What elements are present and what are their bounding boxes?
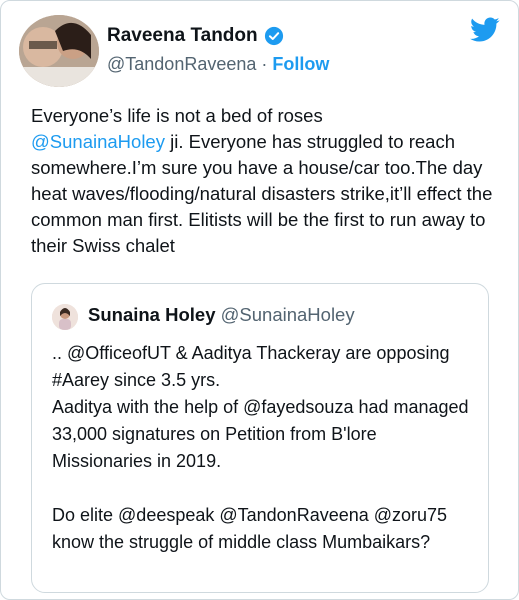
author-avatar[interactable] bbox=[19, 15, 99, 87]
tweet-card: Raveena Tandon @TandonRaveena · Follow E… bbox=[0, 0, 519, 600]
quoted-author-row: Sunaina Holey @SunainaHoley bbox=[88, 304, 355, 326]
tweet-text-part1: Everyone’s life is not a bed of roses bbox=[31, 105, 323, 126]
separator-dot: · bbox=[261, 54, 268, 74]
tweet-text: Everyone’s life is not a bed of roses @S… bbox=[31, 103, 501, 259]
quoted-author-name[interactable]: Sunaina Holey bbox=[88, 304, 215, 325]
verified-badge-icon bbox=[264, 26, 283, 46]
author-name[interactable]: Raveena Tandon bbox=[107, 25, 258, 47]
quoted-author-avatar[interactable] bbox=[52, 304, 78, 330]
quoted-tweet[interactable]: Sunaina Holey @SunainaHoley .. @Officeof… bbox=[31, 283, 489, 593]
quoted-author-handle[interactable]: @SunainaHoley bbox=[221, 304, 355, 325]
author-handle-row: @TandonRaveena · Follow bbox=[107, 54, 329, 75]
twitter-bird-icon[interactable] bbox=[470, 17, 500, 43]
mention-link[interactable]: @SunainaHoley bbox=[31, 131, 165, 152]
author-handle[interactable]: @TandonRaveena bbox=[107, 54, 256, 74]
follow-button[interactable]: Follow bbox=[272, 54, 329, 74]
quoted-tweet-text: .. @OfficeofUT & Aaditya Thackeray are o… bbox=[52, 343, 469, 552]
author-name-row[interactable]: Raveena Tandon bbox=[107, 25, 284, 47]
